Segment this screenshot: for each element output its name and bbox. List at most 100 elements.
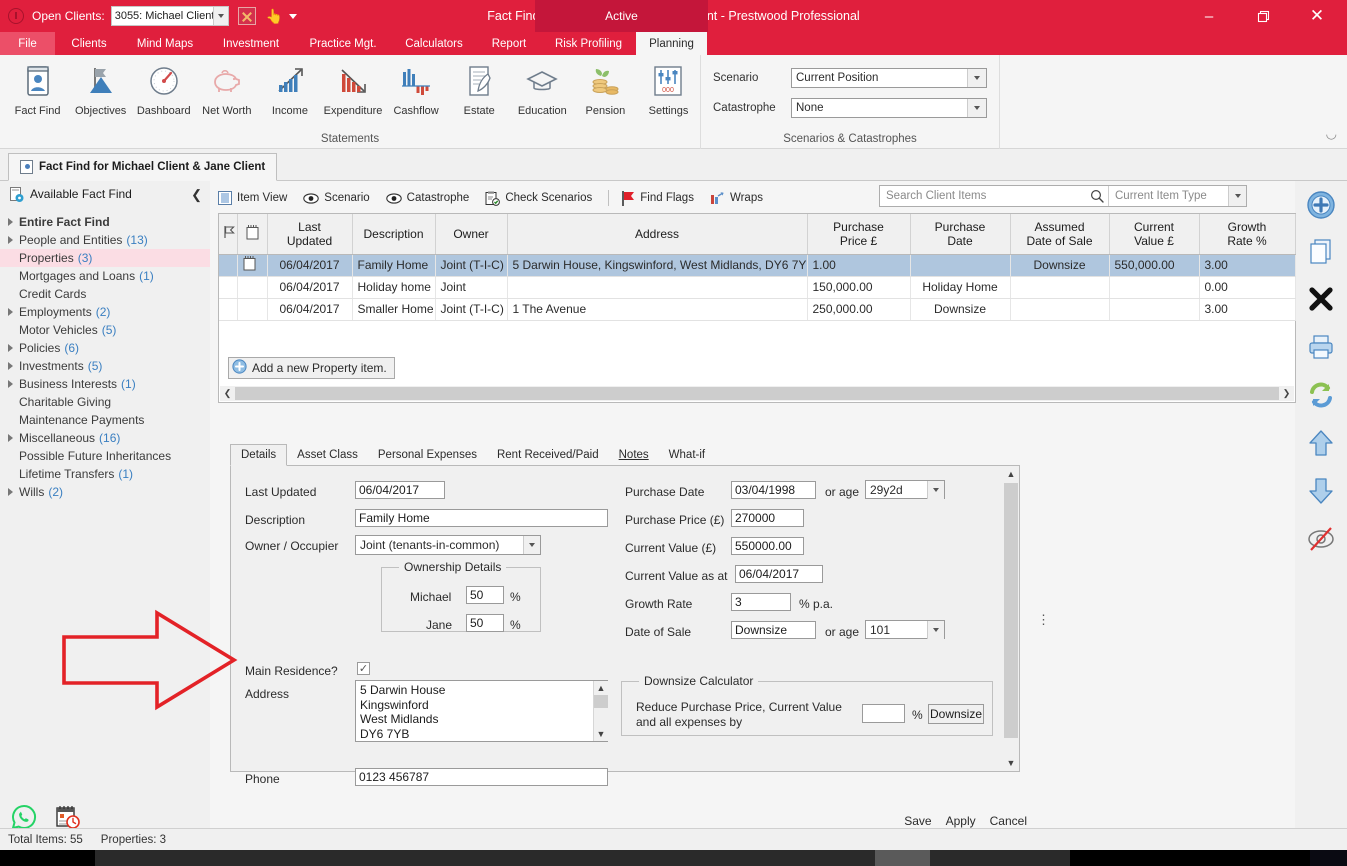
collapse-ribbon-icon[interactable]: ◡ bbox=[1326, 126, 1337, 142]
sidebar-item-policies[interactable]: Policies (6) bbox=[0, 339, 210, 357]
cell-address[interactable] bbox=[507, 276, 808, 299]
column-header-current-value[interactable]: Current Value £ bbox=[1109, 214, 1200, 255]
close-button[interactable]: ✕ bbox=[1295, 0, 1339, 32]
ribbon-button-expenditure[interactable]: Expenditure bbox=[321, 58, 384, 117]
owner1-percent-field[interactable]: 50 bbox=[466, 586, 504, 604]
ribbon-tab-risk-profiling[interactable]: Risk Profiling bbox=[541, 32, 636, 55]
cell-purchase-price[interactable]: 150,000.00 bbox=[807, 276, 911, 299]
refresh-icon[interactable] bbox=[1303, 377, 1339, 413]
column-header-assumed-date-of-sale[interactable]: Assumed Date of Sale bbox=[1010, 214, 1110, 255]
expand-arrow-icon[interactable] bbox=[8, 218, 17, 226]
column-header-address[interactable]: Address bbox=[507, 214, 808, 255]
cell-growth-rate[interactable]: 0.00 bbox=[1199, 276, 1296, 299]
ribbon-tab-calculators[interactable]: Calculators bbox=[391, 32, 477, 55]
ribbon-button-pension[interactable]: Pension bbox=[574, 58, 637, 117]
cell-last-updated[interactable]: 06/04/2017 bbox=[267, 298, 353, 321]
description-field[interactable]: Family Home bbox=[355, 509, 608, 527]
ribbon-tab-mind-maps[interactable]: Mind Maps bbox=[123, 32, 207, 55]
ribbon-tab-clients[interactable]: Clients bbox=[55, 32, 123, 55]
hand-cursor-icon[interactable]: 👆 bbox=[266, 9, 283, 23]
sidebar-item-lifetime-transfers[interactable]: Lifetime Transfers (1) bbox=[0, 465, 210, 483]
phone-field[interactable]: 0123 456787 bbox=[355, 768, 608, 786]
expand-arrow-icon[interactable] bbox=[8, 488, 17, 496]
cell-purchase-date[interactable] bbox=[910, 254, 1011, 277]
cell-description[interactable]: Family Home bbox=[352, 254, 436, 277]
row-note-cell[interactable] bbox=[237, 298, 268, 321]
expand-arrow-icon[interactable] bbox=[8, 362, 17, 370]
collapse-sidebar-icon[interactable]: ❮ bbox=[191, 187, 202, 203]
client-selector[interactable]: 3055: Michael Client & Jane C... bbox=[110, 6, 229, 26]
scroll-up-icon[interactable]: ▲ bbox=[1003, 466, 1019, 481]
cell-purchase-date[interactable]: Holiday Home bbox=[910, 276, 1011, 299]
details-tab-rent-received-paid[interactable]: Rent Received/Paid bbox=[487, 444, 609, 465]
column-header-last-updated[interactable]: Last Updated bbox=[267, 214, 353, 255]
sidebar-item-entire-fact-find[interactable]: Entire Fact Find bbox=[0, 213, 210, 231]
table-row[interactable]: 06/04/2017 Family Home Joint (T-I-C) 5 Darw… bbox=[219, 254, 1296, 277]
search-input[interactable] bbox=[880, 190, 1086, 202]
chevron-down-icon[interactable] bbox=[967, 99, 986, 117]
chevron-down-icon[interactable] bbox=[1228, 186, 1246, 206]
cell-description[interactable]: Holiday home bbox=[352, 276, 436, 299]
apply-button[interactable]: Apply bbox=[946, 814, 976, 828]
downsize-button[interactable]: Downsize bbox=[928, 704, 984, 724]
growth-rate-field[interactable]: 3 bbox=[731, 593, 791, 611]
ribbon-button-dashboard[interactable]: Dashboard bbox=[132, 58, 195, 117]
scroll-thumb[interactable] bbox=[235, 387, 1279, 400]
cell-purchase-date[interactable]: Downsize bbox=[910, 298, 1011, 321]
search-item-type-value[interactable]: Current Item Type bbox=[1108, 186, 1228, 206]
expand-arrow-icon[interactable] bbox=[8, 308, 17, 316]
grid-horizontal-scrollbar[interactable]: ❮ ❯ bbox=[220, 386, 1294, 401]
details-vertical-scrollbar[interactable]: ▲ ▼ bbox=[1003, 466, 1019, 770]
ribbon-tab-file[interactable]: File bbox=[0, 32, 55, 55]
cell-owner[interactable]: Joint (T-I-C) bbox=[435, 254, 508, 277]
row-flag-cell[interactable] bbox=[219, 276, 238, 299]
details-tab-details[interactable]: Details bbox=[230, 444, 288, 466]
row-flag-cell[interactable] bbox=[219, 298, 238, 321]
current-value-asat-field[interactable]: 06/04/2017 bbox=[735, 565, 823, 583]
cell-description[interactable]: Smaller Home bbox=[352, 298, 436, 321]
ribbon-button-cashflow[interactable]: Cashflow bbox=[385, 58, 448, 117]
sidebar-item-employments[interactable]: Employments (2) bbox=[0, 303, 210, 321]
expand-arrow-icon[interactable] bbox=[8, 380, 17, 388]
row-flag-cell[interactable] bbox=[219, 254, 238, 277]
expand-arrow-icon[interactable] bbox=[8, 236, 17, 244]
expand-arrow-icon[interactable] bbox=[8, 434, 17, 442]
search-bar[interactable]: Current Item Type bbox=[879, 185, 1247, 207]
grid-tool-find-flags[interactable]: Find Flags bbox=[621, 190, 694, 206]
chevron-down-icon[interactable] bbox=[927, 480, 944, 499]
restore-button[interactable] bbox=[1241, 0, 1285, 32]
cell-growth-rate[interactable]: 3.00 bbox=[1199, 298, 1296, 321]
cell-growth-rate[interactable]: 3.00 bbox=[1199, 254, 1296, 277]
details-tab-asset-class[interactable]: Asset Class bbox=[287, 444, 368, 465]
column-header-flag[interactable] bbox=[219, 214, 238, 255]
cell-purchase-price[interactable]: 250,000.00 bbox=[807, 298, 911, 321]
cell-current-value[interactable] bbox=[1109, 298, 1200, 321]
scroll-up-icon[interactable]: ▲ bbox=[594, 681, 608, 695]
cell-address[interactable]: 5 Darwin House, Kingswinford, West Midla… bbox=[507, 254, 808, 277]
cell-address[interactable]: 1 The Avenue bbox=[507, 298, 808, 321]
add-icon[interactable] bbox=[1303, 187, 1339, 223]
downsize-percent-field[interactable] bbox=[862, 704, 905, 723]
cell-last-updated[interactable]: 06/04/2017 bbox=[267, 254, 353, 277]
cell-assumed-date-of-sale[interactable]: Downsize bbox=[1010, 254, 1110, 277]
column-header-note[interactable] bbox=[237, 214, 268, 255]
move-down-icon[interactable] bbox=[1303, 473, 1339, 509]
ribbon-button-objectives[interactable]: Objectives bbox=[69, 58, 132, 117]
scenario-select[interactable]: Current Position bbox=[791, 68, 987, 88]
sidebar-item-possible-future-inheritances[interactable]: Possible Future Inheritances bbox=[0, 447, 210, 465]
document-tab-fact-find[interactable]: Fact Find for Michael Client & Jane Clie… bbox=[8, 153, 278, 181]
column-header-purchase-price[interactable]: Purchase Price £ bbox=[807, 214, 911, 255]
chevron-down-icon[interactable] bbox=[927, 620, 944, 639]
ribbon-button-education[interactable]: Education bbox=[511, 58, 574, 117]
close-client-icon[interactable] bbox=[237, 7, 256, 25]
purchase-price-field[interactable]: 270000 bbox=[731, 509, 804, 527]
cell-owner[interactable]: Joint (T-I-C) bbox=[435, 298, 508, 321]
scroll-down-icon[interactable]: ▼ bbox=[1003, 755, 1019, 770]
grid-tool-wraps[interactable]: Wraps bbox=[710, 191, 763, 205]
hide-icon[interactable] bbox=[1303, 521, 1339, 557]
catastrophe-select[interactable]: None bbox=[791, 98, 987, 118]
details-tab-what-if[interactable]: What-if bbox=[659, 444, 715, 465]
table-row[interactable]: 06/04/2017 Smaller Home Joint (T-I-C) 1 The… bbox=[219, 298, 1296, 321]
search-icon[interactable] bbox=[1086, 189, 1108, 203]
column-header-growth-rate[interactable]: Growth Rate % bbox=[1199, 214, 1296, 255]
